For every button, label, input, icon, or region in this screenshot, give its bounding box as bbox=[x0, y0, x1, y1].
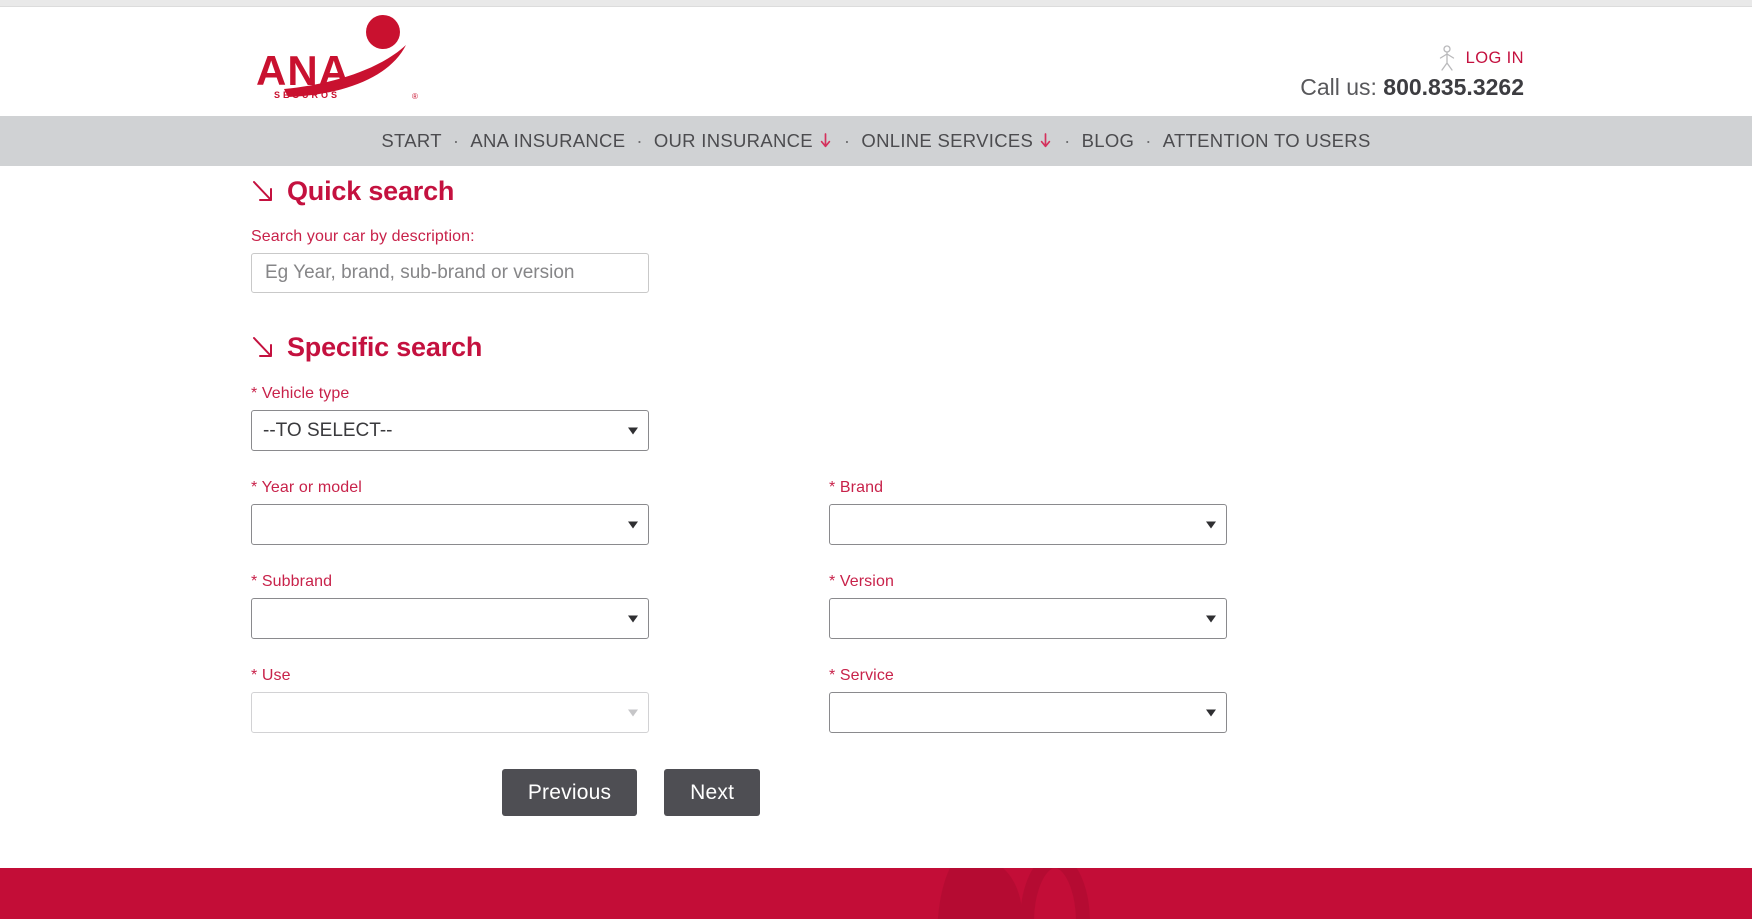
use-label: * Use bbox=[251, 667, 291, 684]
nav-separator: · bbox=[452, 130, 460, 151]
quick-search-description-label: Search your car by description: bbox=[251, 228, 475, 245]
quick-search-heading: Quick search bbox=[251, 176, 1531, 207]
form-actions: Previous Next bbox=[251, 769, 1011, 816]
field-subbrand: * Subbrand bbox=[251, 573, 649, 639]
diagonal-arrow-icon bbox=[253, 180, 272, 201]
header-utility: LOG IN Call us: 800.835.3262 bbox=[1300, 41, 1524, 101]
field-year-or-model: * Year or model bbox=[251, 479, 649, 545]
specific-search-title: Specific search bbox=[287, 332, 483, 362]
nav-separator: · bbox=[636, 130, 643, 151]
site-header: ANA SEGUROS ® LOG IN Call us: 800.835.32… bbox=[0, 7, 1752, 116]
subbrand-select-wrap bbox=[251, 598, 649, 639]
use-select-wrap bbox=[251, 692, 649, 733]
footer-decoration-icon bbox=[937, 868, 1090, 919]
nav-items: START · ANA INSURANCE · OUR INSURANCE · … bbox=[381, 130, 1370, 152]
nav-item-our-insurance[interactable]: OUR INSURANCE bbox=[654, 130, 833, 152]
field-version: * Version bbox=[829, 573, 1227, 639]
nav-label: ATTENTION TO USERS bbox=[1162, 130, 1371, 151]
quick-search-title: Quick search bbox=[287, 176, 455, 206]
quick-search-input[interactable] bbox=[251, 253, 649, 293]
svg-text:®: ® bbox=[412, 92, 418, 101]
form-row-3: * Use * Service bbox=[251, 667, 1531, 733]
nav-item-start[interactable]: START bbox=[381, 130, 441, 152]
nav-item-ana-insurance[interactable]: ANA INSURANCE bbox=[470, 130, 625, 152]
version-label: * Version bbox=[829, 573, 894, 590]
nav-label: ONLINE SERVICES bbox=[861, 130, 1034, 151]
svg-text:ANA: ANA bbox=[256, 47, 350, 94]
vehicle-type-value: --TO SELECT-- bbox=[263, 419, 393, 441]
next-button[interactable]: Next bbox=[664, 769, 761, 816]
subbrand-label: * Subbrand bbox=[251, 573, 333, 590]
nav-separator: · bbox=[843, 130, 851, 151]
form-row-2: * Subbrand * Version bbox=[251, 573, 1531, 639]
phone-number[interactable]: 800.835.3262 bbox=[1383, 74, 1524, 100]
version-select[interactable] bbox=[829, 598, 1227, 639]
year-or-model-select-wrap bbox=[251, 504, 649, 545]
service-select[interactable] bbox=[829, 692, 1227, 733]
site-footer bbox=[0, 868, 1752, 919]
previous-button[interactable]: Previous bbox=[501, 769, 638, 816]
call-us-prefix: Call us: bbox=[1300, 74, 1377, 100]
page-root: ANA SEGUROS ® LOG IN Call us: 800.835.32… bbox=[0, 0, 1752, 919]
use-select bbox=[251, 692, 649, 733]
main-content: Quick search Search your car by descript… bbox=[0, 166, 1752, 868]
field-vehicle-type: * Vehicle type --TO SELECT-- bbox=[251, 385, 1531, 451]
arrow-down-icon bbox=[820, 132, 831, 147]
field-use: * Use bbox=[251, 667, 649, 733]
year-or-model-label: * Year or model bbox=[251, 479, 362, 496]
form-row-1: * Year or model * Brand bbox=[251, 479, 1531, 545]
version-select-wrap bbox=[829, 598, 1227, 639]
field-brand: * Brand bbox=[829, 479, 1227, 545]
nav-item-blog[interactable]: BLOG bbox=[1082, 130, 1135, 152]
nav-separator: · bbox=[1145, 130, 1152, 151]
main-navigation: START · ANA INSURANCE · OUR INSURANCE · … bbox=[0, 116, 1752, 166]
nav-label: ANA INSURANCE bbox=[470, 130, 626, 151]
nav-label: BLOG bbox=[1081, 130, 1135, 151]
field-service: * Service bbox=[829, 667, 1227, 733]
subbrand-select[interactable] bbox=[251, 598, 649, 639]
vehicle-type-select[interactable]: --TO SELECT-- bbox=[251, 410, 649, 451]
brand-select-wrap bbox=[829, 504, 1227, 545]
vehicle-type-select-wrap: --TO SELECT-- bbox=[251, 410, 649, 451]
nav-label: OUR INSURANCE bbox=[653, 130, 813, 151]
year-or-model-select[interactable] bbox=[251, 504, 649, 545]
diagonal-arrow-icon bbox=[253, 336, 272, 357]
service-label: * Service bbox=[829, 667, 894, 684]
nav-label: START bbox=[381, 130, 442, 151]
svg-text:SEGUROS: SEGUROS bbox=[274, 90, 340, 100]
nav-item-online-services[interactable]: ONLINE SERVICES bbox=[861, 130, 1053, 152]
call-us-text: Call us: 800.835.3262 bbox=[1300, 74, 1524, 101]
brand-label: * Brand bbox=[829, 479, 884, 496]
specific-search-heading: Specific search bbox=[251, 332, 1531, 363]
search-form: Quick search Search your car by descript… bbox=[251, 166, 1531, 816]
service-select-wrap bbox=[829, 692, 1227, 733]
login-row[interactable]: LOG IN bbox=[1300, 41, 1524, 75]
top-strip bbox=[0, 0, 1752, 7]
arrow-down-icon bbox=[1040, 132, 1051, 147]
nav-separator: · bbox=[1064, 130, 1071, 151]
vehicle-type-label: * Vehicle type bbox=[251, 385, 350, 402]
brand-select[interactable] bbox=[829, 504, 1227, 545]
login-link[interactable]: LOG IN bbox=[1466, 49, 1524, 68]
person-icon bbox=[1439, 45, 1454, 71]
nav-item-attention-to-users[interactable]: ATTENTION TO USERS bbox=[1163, 130, 1371, 152]
ana-seguros-logo[interactable]: ANA SEGUROS ® bbox=[248, 15, 428, 107]
